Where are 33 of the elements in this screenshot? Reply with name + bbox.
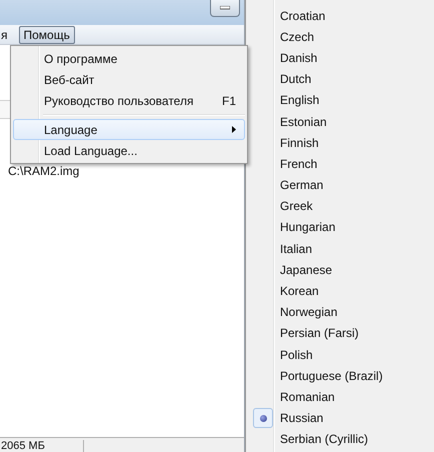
language-option[interactable]: Czech (246, 26, 434, 48)
memory-status: 2065 МБ (0, 440, 84, 452)
language-option[interactable]: French (246, 153, 434, 174)
language-option[interactable]: Japanese (246, 259, 434, 280)
language-option[interactable]: Korean (246, 280, 434, 302)
language-option[interactable]: Hungarian (246, 216, 434, 238)
language-option[interactable]: Finnish (246, 132, 434, 154)
menu-item[interactable]: Руководство пользователя F1 (13, 90, 245, 111)
language-option[interactable]: Persian (Farsi) (246, 322, 434, 344)
language-option[interactable]: Greek (246, 196, 434, 217)
menu-item[interactable]: Веб-сайт (13, 69, 245, 90)
language-option[interactable]: Estonian (246, 110, 434, 132)
submenu-arrow-icon (232, 126, 236, 133)
menu-item[interactable]: Load Language... (13, 140, 245, 161)
language-option[interactable]: English (246, 90, 434, 111)
minimize-button[interactable] (210, 0, 240, 17)
menu-item[interactable]: Помощь (18, 26, 75, 44)
language-option[interactable]: Norwegian (246, 302, 434, 323)
minimize-icon (220, 6, 230, 10)
language-option[interactable]: Italian (246, 238, 434, 260)
menu-item[interactable]: Language (13, 119, 245, 140)
menu-item[interactable]: я (0, 26, 12, 44)
language-option[interactable]: German (246, 174, 434, 196)
language-option[interactable]: Croatian (246, 5, 434, 26)
language-option[interactable]: Serbian (Cyrillic) (246, 428, 434, 450)
language-option[interactable]: Romanian (246, 386, 434, 408)
menu-item[interactable]: О программе (13, 48, 245, 69)
language-option[interactable]: Polish (246, 344, 434, 366)
language-option[interactable]: Danish (246, 47, 434, 69)
language-option[interactable]: Dutch (246, 68, 434, 90)
file-path: C:\RAM2.img (8, 164, 80, 178)
language-option[interactable]: Russian (246, 408, 434, 429)
language-option[interactable]: Portuguese (Brazil) (246, 365, 434, 386)
